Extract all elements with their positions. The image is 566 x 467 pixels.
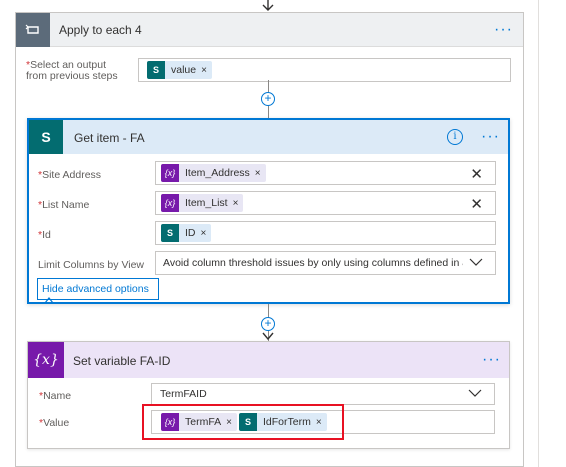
hide-advanced-options-label: Hide advanced options	[42, 283, 149, 295]
id-label-text: Id	[42, 229, 51, 241]
loop-icon	[16, 13, 50, 47]
list-name-label-text: List Name	[42, 199, 90, 211]
sharepoint-logo-icon: S	[29, 120, 63, 154]
get-item-card: S Get item - FA i ··· *Site Address {x} …	[27, 118, 510, 304]
arrow-down-icon	[262, 0, 274, 11]
limit-columns-value: Avoid column threshold issues by only us…	[163, 257, 463, 269]
hide-advanced-options-button[interactable]: Hide advanced options	[37, 278, 159, 304]
token-id[interactable]: S ID ×	[161, 224, 212, 242]
token-value-label: value	[171, 64, 197, 76]
chevron-down-icon	[468, 389, 482, 397]
apply-to-each-menu-icon[interactable]: ···	[494, 22, 513, 38]
info-icon[interactable]: i	[447, 129, 463, 145]
variable-logo-icon: {x}	[28, 342, 64, 378]
set-variable-header[interactable]: {x} Set variable FA-ID ···	[28, 342, 509, 378]
apply-to-each-title: Apply to each 4	[59, 23, 142, 37]
site-address-field[interactable]: {x} Item_Address × ✕	[155, 161, 496, 185]
value-label: *Value	[39, 417, 69, 429]
limit-columns-dropdown[interactable]: Avoid column threshold issues by only us…	[155, 251, 496, 275]
add-step-icon[interactable]: +	[261, 92, 275, 106]
remove-token-icon[interactable]: ×	[201, 228, 212, 239]
select-output-label-line2: from previous steps	[26, 70, 118, 82]
name-dropdown[interactable]: TermFAID	[151, 383, 495, 405]
variable-icon: {x}	[161, 194, 179, 212]
remove-token-icon[interactable]: ×	[201, 65, 212, 76]
id-field[interactable]: S ID ×	[155, 221, 496, 245]
sharepoint-icon: S	[147, 61, 165, 79]
site-address-label-text: Site Address	[42, 169, 102, 181]
site-address-label: *Site Address	[38, 169, 101, 181]
value-label-text: Value	[43, 417, 70, 429]
highlight-box	[142, 404, 344, 440]
clear-icon[interactable]: ✕	[470, 195, 483, 213]
arrow-down-icon	[262, 332, 274, 340]
apply-to-each-header[interactable]: Apply to each 4 ···	[16, 13, 523, 47]
right-divider	[538, 0, 539, 467]
sharepoint-icon: S	[161, 224, 179, 242]
token-item-list-label: Item_List	[185, 197, 228, 209]
token-id-label: ID	[185, 227, 196, 239]
chevron-down-icon	[469, 258, 483, 266]
add-step-icon[interactable]: +	[261, 317, 275, 331]
select-output-label: *Select an output from previous steps	[26, 60, 118, 82]
set-variable-menu-icon[interactable]: ···	[482, 352, 501, 368]
token-value[interactable]: S value ×	[147, 61, 212, 79]
list-name-field[interactable]: {x} Item_List × ✕	[155, 191, 496, 215]
get-item-header[interactable]: S Get item - FA i ···	[29, 120, 508, 154]
token-item-address[interactable]: {x} Item_Address ×	[161, 164, 266, 182]
chevron-up-icon	[44, 297, 54, 304]
get-item-title: Get item - FA	[74, 131, 145, 145]
name-value: TermFAID	[160, 388, 207, 400]
name-label-text: Name	[43, 390, 72, 402]
select-output-field[interactable]: S value ×	[138, 58, 511, 82]
variable-icon: {x}	[161, 164, 179, 182]
id-label: *Id	[38, 229, 51, 241]
limit-columns-label: Limit Columns by View	[38, 259, 145, 271]
name-label: *Name	[39, 390, 71, 402]
clear-icon[interactable]: ✕	[470, 165, 483, 183]
list-name-label: *List Name	[38, 199, 89, 211]
set-variable-title: Set variable FA-ID	[73, 354, 171, 368]
token-item-address-label: Item_Address	[185, 167, 250, 179]
token-item-list[interactable]: {x} Item_List ×	[161, 194, 244, 212]
remove-token-icon[interactable]: ×	[233, 198, 244, 209]
get-item-menu-icon[interactable]: ···	[481, 129, 500, 145]
remove-token-icon[interactable]: ×	[255, 168, 266, 179]
